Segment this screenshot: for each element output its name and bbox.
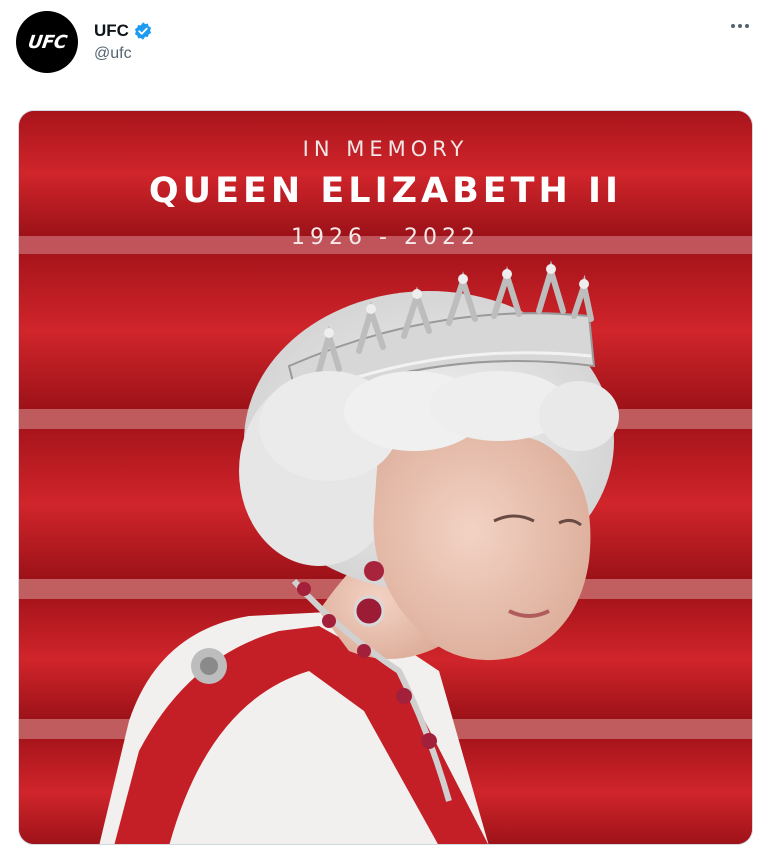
memorial-image — [19, 111, 752, 844]
verified-badge-icon — [133, 21, 153, 41]
author-info: UFC @ufc — [94, 21, 153, 63]
display-name[interactable]: UFC — [94, 21, 129, 41]
tweet-header: UFC UFC @ufc — [16, 10, 153, 74]
tweet-card[interactable]: UFC UFC @ufc IN MEMORY QUEEN ELIZABETH I… — [0, 0, 770, 857]
memorial-caption-name: QUEEN ELIZABETH II — [148, 171, 623, 211]
more-options-icon[interactable] — [728, 14, 752, 38]
user-handle[interactable]: @ufc — [94, 45, 153, 63]
memorial-caption-line1: IN MEMORY — [302, 137, 469, 161]
name-row: UFC — [94, 21, 153, 41]
avatar-logo-text: UFC — [26, 31, 68, 53]
avatar[interactable]: UFC — [16, 11, 78, 73]
memorial-caption-years: 1926 - 2022 — [291, 225, 480, 250]
tweet-media-image[interactable]: IN MEMORY QUEEN ELIZABETH II 1926 - 2022 — [18, 110, 753, 845]
